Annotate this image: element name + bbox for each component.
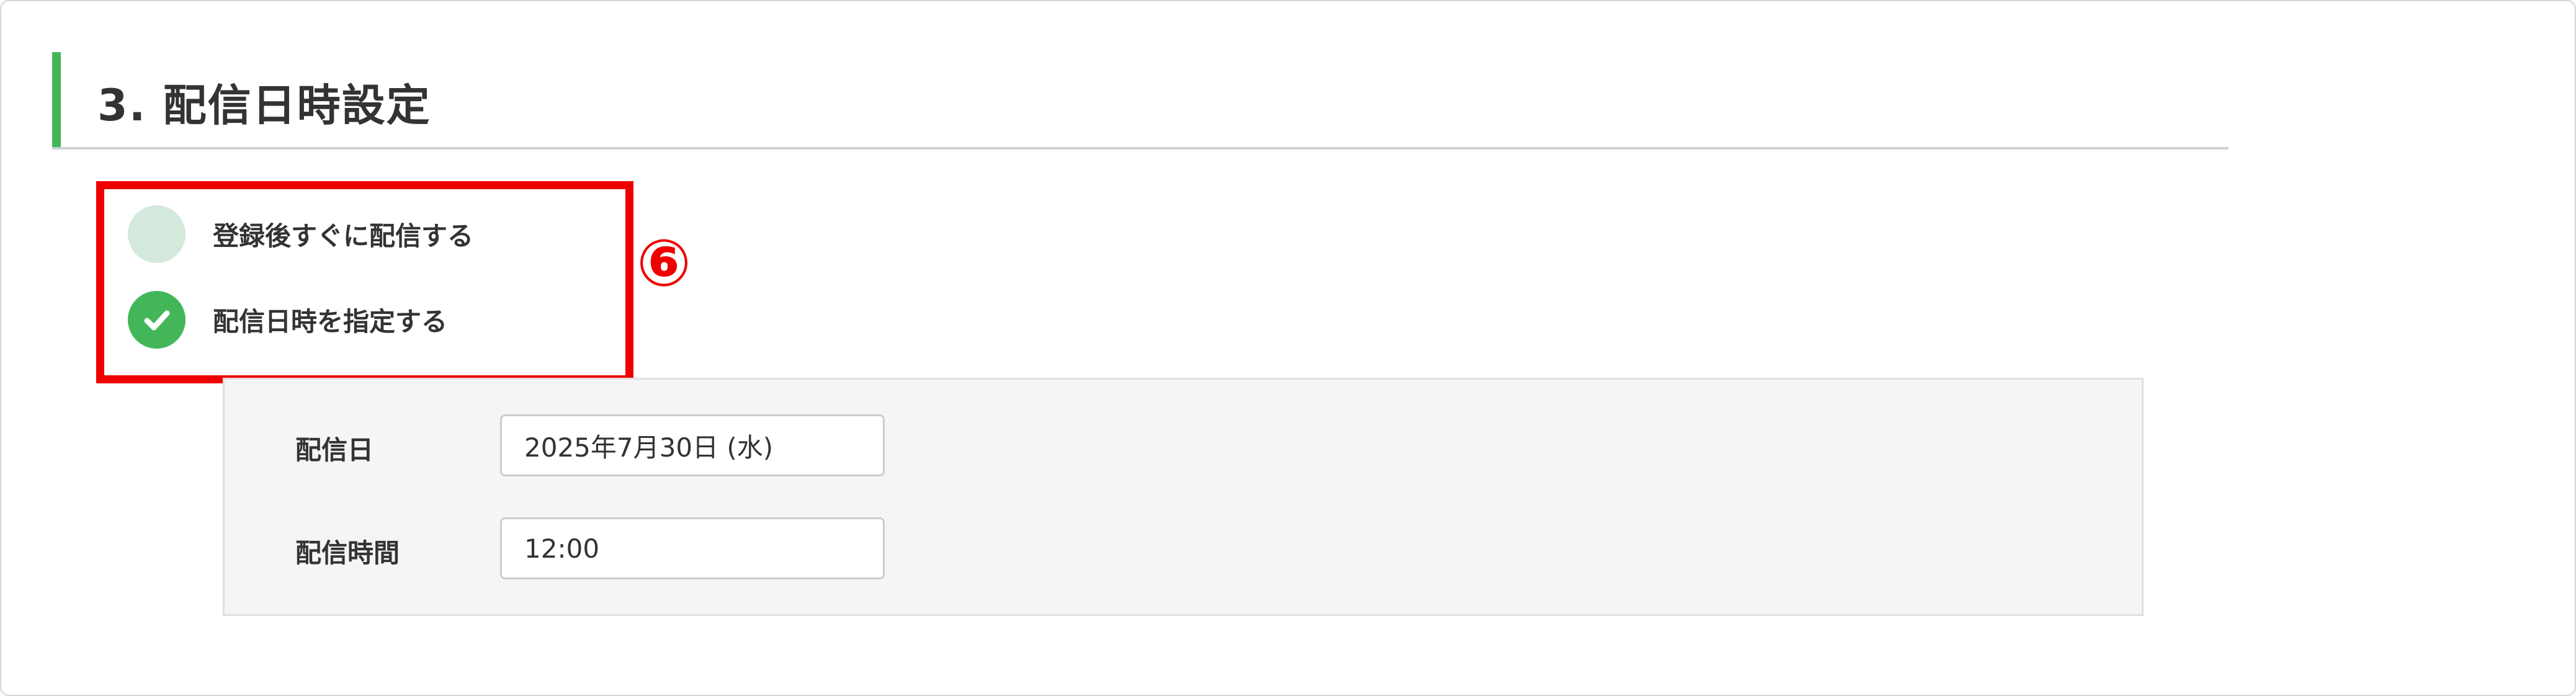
radio-option-scheduled[interactable]: 配信日時を指定する [128, 291, 447, 349]
annotation-callout-number: ⑥ [637, 225, 692, 301]
section-title: 3. 配信日時設定 [97, 80, 431, 131]
section-header: 3. 配信日時設定 [52, 52, 2229, 149]
radio-option-immediate[interactable]: 登録後すぐに配信する [128, 205, 473, 263]
radio-unselected-icon[interactable] [128, 205, 186, 263]
delivery-date-label: 配信日 [295, 435, 374, 465]
radio-option-immediate-label: 登録後すぐに配信する [213, 221, 474, 251]
radio-selected-icon[interactable] [128, 291, 186, 349]
section-accent-bar [52, 52, 61, 147]
delivery-time-label: 配信時間 [295, 538, 400, 568]
checkmark-icon [144, 310, 169, 330]
delivery-time-input[interactable] [500, 517, 885, 579]
page-frame: 3. 配信日時設定 登録後すぐに配信する 配信日時を指定する ⑥ 配信日 配信時… [0, 0, 2576, 696]
schedule-settings-panel: 配信日 配信時間 [223, 378, 2144, 616]
delivery-date-input[interactable] [500, 414, 885, 476]
radio-option-scheduled-label: 配信日時を指定する [213, 306, 448, 337]
